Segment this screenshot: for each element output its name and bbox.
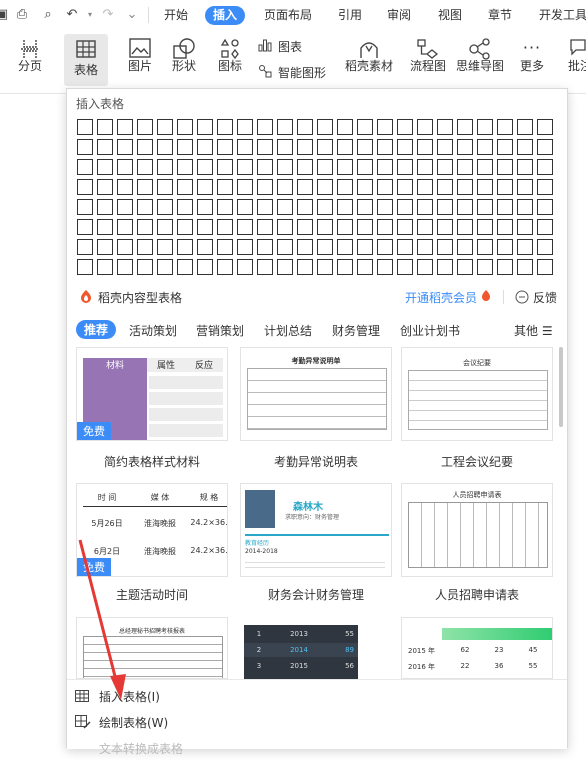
annotation-arrow — [78, 539, 126, 700]
